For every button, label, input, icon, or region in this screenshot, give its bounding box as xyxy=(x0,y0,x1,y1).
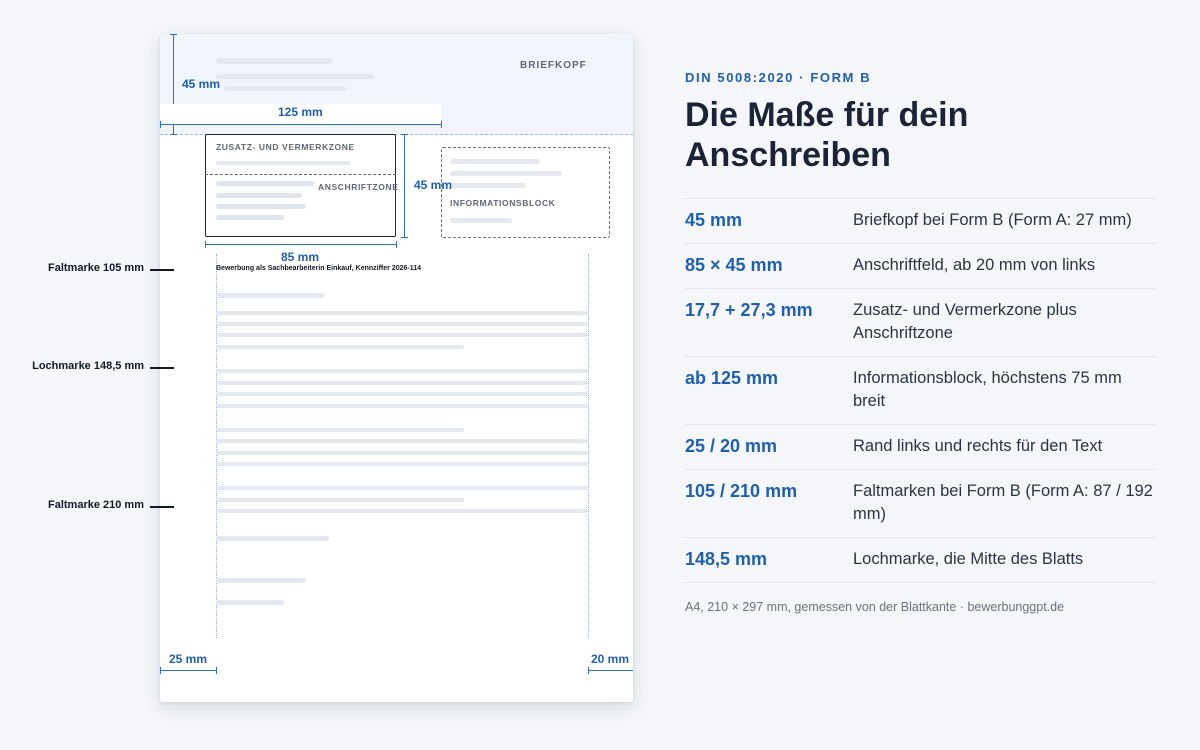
spec-description: Faltmarken bei Form B (Form A: 87 / 192 … xyxy=(853,482,1153,523)
spec-description: Rand links und rechts für den Text xyxy=(853,437,1103,455)
spec-value: 85 × 45 mm xyxy=(685,255,783,275)
body-placeholder-line xyxy=(216,369,588,373)
right-margin-label: 20 mm xyxy=(591,652,630,666)
body-placeholder-line xyxy=(216,486,588,490)
address-placeholder-line xyxy=(216,193,302,198)
address-placeholder-line xyxy=(216,215,284,220)
zusatz-vermerkzone-label: ZUSATZ- UND VERMERKZONE xyxy=(216,142,355,152)
dimension-tick xyxy=(160,667,161,674)
info-offset-label: 125 mm xyxy=(278,105,323,119)
address-height-label: 45 mm xyxy=(414,178,453,192)
body-placeholder-line xyxy=(216,293,324,298)
punch-mark-label: Lochmarke 148,5 mm xyxy=(32,360,144,372)
letterhead-placeholder-line xyxy=(216,58,333,64)
body-placeholder-line xyxy=(216,322,588,326)
address-height-dimension-line xyxy=(404,134,405,237)
a4-sheet: BRIEFKOPF ZUSATZ- UND VERMERKZONE ANSCHR… xyxy=(160,34,633,702)
spec-value: 25 / 20 mm xyxy=(685,436,778,456)
spec-description: Zusatz- und Vermerkzone plus Anschriftzo… xyxy=(853,301,1077,342)
dimension-tick xyxy=(205,241,206,248)
informationsblock-label: INFORMATIONSBLOCK xyxy=(450,198,556,208)
spec-row: 148,5 mm Lochmarke, die Mitte des Blatts xyxy=(685,537,1156,583)
body-placeholder-line xyxy=(216,404,588,408)
spec-value: ab 125 mm xyxy=(685,368,779,388)
punch-mark-line xyxy=(150,367,174,369)
spec-value: 45 mm xyxy=(685,210,743,230)
spec-description: Lochmarke, die Mitte des Blatts xyxy=(853,550,1084,568)
left-margin-label: 25 mm xyxy=(169,652,208,666)
dimension-tick xyxy=(216,667,217,674)
info-placeholder-line xyxy=(450,159,540,164)
address-width-label: 85 mm xyxy=(281,250,320,264)
closing-placeholder-line xyxy=(216,536,329,541)
fold-mark-105-label: Faltmarke 105 mm xyxy=(48,262,144,274)
address-zone-separator xyxy=(205,174,396,175)
briefkopf-label: BRIEFKOPF xyxy=(520,60,587,71)
signature-placeholder-line xyxy=(216,578,306,583)
spec-row: ab 125 mm Informationsblock, höchstens 75… xyxy=(685,356,1156,424)
dimension-tick xyxy=(441,121,442,128)
body-placeholder-line xyxy=(216,333,588,337)
spec-value: 105 / 210 mm xyxy=(685,481,798,501)
spec-description: Informationsblock, höchstens 75 mm breit xyxy=(853,369,1122,410)
info-placeholder-line xyxy=(450,183,526,188)
address-placeholder-line xyxy=(216,204,306,209)
spec-description: Briefkopf bei Form B (Form A: 27 mm) xyxy=(853,211,1132,229)
body-placeholder-line xyxy=(216,345,464,349)
dimension-tick xyxy=(401,237,408,238)
dimension-tick xyxy=(160,121,161,128)
body-placeholder-line xyxy=(216,451,588,455)
spec-row: 85 × 45 mm Anschriftfeld, ab 20 mm von li… xyxy=(685,243,1156,288)
address-width-dimension-line xyxy=(205,244,396,245)
spec-row: 25 / 20 mm Rand links und rechts für den … xyxy=(685,424,1156,469)
body-placeholder-line xyxy=(216,428,464,432)
info-offset-dimension-line xyxy=(160,124,441,125)
body-placeholder-line xyxy=(216,392,588,396)
body-placeholder-line xyxy=(216,462,588,466)
spec-row: 105 / 210 mm Faltmarken bei Form B (Form … xyxy=(685,469,1156,537)
page-title: Die Maße für dein Anschreiben xyxy=(685,96,969,174)
spec-value: 17,7 + 27,3 mm xyxy=(685,300,813,320)
spec-table: 45 mm Briefkopf bei Form B (Form A: 27 mm… xyxy=(685,198,1156,583)
body-placeholder-line xyxy=(216,381,588,385)
info-placeholder-line xyxy=(450,218,512,223)
right-text-margin-guide xyxy=(588,254,589,638)
body-placeholder-line xyxy=(216,498,464,502)
spec-row: 17,7 + 27,3 mm Zusatz- und Vermerkzone pl… xyxy=(685,288,1156,356)
right-margin-dimension-line xyxy=(588,670,633,671)
subject-line: Bewerbung als Sachbearbeiterin Einkauf, … xyxy=(216,265,422,272)
dimension-tick xyxy=(170,134,177,135)
letterhead-height-label: 45 mm xyxy=(182,77,221,91)
dimension-tick xyxy=(588,667,589,674)
fold-mark-210-line xyxy=(150,506,174,508)
body-placeholder-line xyxy=(216,311,588,315)
zusatz-placeholder-line xyxy=(216,161,351,165)
fold-mark-105-line xyxy=(150,269,174,271)
body-placeholder-line xyxy=(216,509,588,513)
spec-description: Anschriftfeld, ab 20 mm von links xyxy=(853,256,1096,274)
address-placeholder-line xyxy=(216,181,314,186)
anschriftzone-label: ANSCHRIFTZONE xyxy=(318,182,399,192)
dimension-tick xyxy=(170,34,177,35)
dimension-tick xyxy=(401,134,408,135)
enclosure-placeholder-line xyxy=(216,600,284,605)
standard-eyebrow: DIN 5008:2020 · FORM B xyxy=(685,70,872,85)
info-placeholder-line xyxy=(450,171,562,176)
footnote: A4, 210 × 297 mm, gemessen von der Blatt… xyxy=(685,600,1065,614)
left-margin-dimension-line xyxy=(160,670,216,671)
spec-value: 148,5 mm xyxy=(685,549,768,569)
spec-row: 45 mm Briefkopf bei Form B (Form A: 27 mm… xyxy=(685,198,1156,243)
letterhead-placeholder-line xyxy=(224,86,346,91)
letterhead-placeholder-line xyxy=(216,74,374,79)
dimension-tick xyxy=(396,241,397,248)
fold-mark-210-label: Faltmarke 210 mm xyxy=(48,499,144,511)
body-placeholder-line xyxy=(216,439,588,443)
